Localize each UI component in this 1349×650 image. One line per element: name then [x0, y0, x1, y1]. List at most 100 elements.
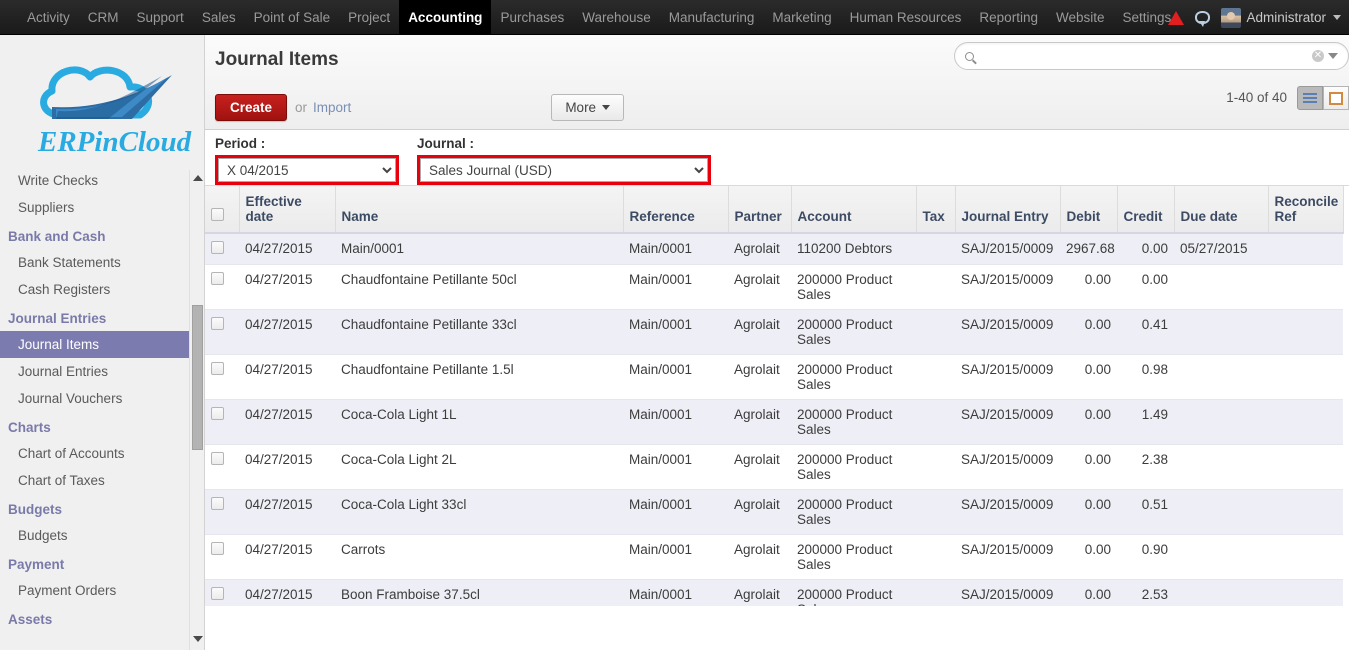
row-checkbox[interactable]: [211, 407, 224, 420]
column-header-effective-date[interactable]: Effective date: [239, 186, 336, 234]
table-row[interactable]: 04/27/2015 Coca-Cola Light 1L Main/0001 Agr…: [205, 399, 1343, 445]
column-header-name[interactable]: Name: [335, 186, 624, 234]
column-header-reconcile-ref[interactable]: Reconcile Ref: [1268, 186, 1344, 234]
nav-item-accounting[interactable]: Accounting: [399, 0, 492, 34]
sidebar-item-chart-of-taxes[interactable]: Chart of Taxes: [0, 467, 204, 494]
search-area: ✕: [954, 42, 1349, 70]
cell-credit: 0.90: [1117, 534, 1174, 580]
sidebar-item-suppliers[interactable]: Suppliers: [0, 194, 204, 221]
row-checkbox[interactable]: [211, 272, 224, 285]
import-link[interactable]: Import: [313, 100, 351, 115]
journal-items-table: Effective date Name Reference Partner Accoun…: [205, 186, 1344, 606]
cell-name: Chaudfontaine Petillante 33cl: [335, 309, 623, 355]
cell-tax: [916, 233, 955, 265]
chevron-down-icon[interactable]: [1328, 53, 1338, 59]
sidebar-item-journal-entries[interactable]: Journal Entries: [0, 358, 204, 385]
user-menu[interactable]: Administrator: [1221, 7, 1341, 28]
pager: 1-40 of 40: [1226, 90, 1287, 105]
row-checkbox[interactable]: [211, 317, 224, 330]
sidebar-item-write-checks[interactable]: Write Checks: [0, 167, 204, 194]
journal-select[interactable]: Sales Journal (USD): [420, 158, 708, 182]
clear-icon[interactable]: ✕: [1312, 50, 1324, 62]
nav-item-purchases[interactable]: Purchases: [491, 0, 573, 34]
cell-account: 200000 Product Sales: [791, 489, 916, 535]
search-input[interactable]: [980, 48, 1312, 64]
cell-reference: Main/0001: [623, 579, 728, 606]
scrollbar-thumb[interactable]: [192, 305, 203, 450]
column-header-partner[interactable]: Partner: [728, 186, 792, 234]
scroll-up-icon[interactable]: [193, 175, 203, 181]
more-button[interactable]: More: [551, 94, 625, 121]
column-header-tax[interactable]: Tax: [916, 186, 956, 234]
sidebar-section-payment: Payment: [8, 557, 65, 572]
nav-item-human-resources[interactable]: Human Resources: [841, 0, 971, 34]
journal-filter-label: Journal :: [417, 136, 475, 151]
chevron-down-icon: [602, 105, 611, 110]
list-view-icon: [1303, 91, 1317, 105]
cell-partner: Agrolait: [728, 579, 791, 606]
column-header-credit[interactable]: Credit: [1117, 186, 1175, 234]
nav-item-manufacturing[interactable]: Manufacturing: [660, 0, 764, 34]
nav-item-project[interactable]: Project: [339, 0, 399, 34]
table-header-row: Effective date Name Reference Partner Accoun…: [205, 186, 1344, 234]
nav-item-website[interactable]: Website: [1047, 0, 1114, 34]
row-select-cell: [205, 354, 239, 400]
row-checkbox[interactable]: [211, 497, 224, 510]
cell-partner: Agrolait: [728, 264, 791, 310]
nav-item-crm[interactable]: CRM: [79, 0, 128, 34]
cell-tax: [916, 489, 955, 535]
column-header-reference[interactable]: Reference: [623, 186, 729, 234]
search-bar[interactable]: ✕: [954, 42, 1349, 70]
table-row[interactable]: 04/27/2015 Coca-Cola Light 33cl Main/0001 A…: [205, 489, 1343, 535]
cell-entry: SAJ/2015/0009: [955, 354, 1060, 400]
sidebar-item-journal-items[interactable]: Journal Items: [0, 331, 204, 358]
column-header-due-date[interactable]: Due date: [1174, 186, 1269, 234]
sidebar-item-journal-vouchers[interactable]: Journal Vouchers: [0, 385, 204, 412]
sidebar-item-payment-orders[interactable]: Payment Orders: [0, 577, 204, 604]
row-checkbox[interactable]: [211, 362, 224, 375]
warning-triangle-icon[interactable]: [1168, 10, 1185, 25]
row-checkbox[interactable]: [211, 452, 224, 465]
table-row[interactable]: 04/27/2015 Chaudfontaine Petillante 1.5l M…: [205, 354, 1343, 400]
nav-item-warehouse[interactable]: Warehouse: [573, 0, 660, 34]
sidebar-item-chart-of-accounts[interactable]: Chart of Accounts: [0, 440, 204, 467]
form-view-button[interactable]: [1323, 86, 1349, 110]
chevron-down-icon: [1333, 15, 1341, 20]
journal-items-table-wrap: Effective date Name Reference Partner Accoun…: [205, 186, 1349, 606]
cell-reference: Main/0001: [623, 489, 728, 535]
table-row[interactable]: 04/27/2015 Boon Framboise 37.5cl Main/0001…: [205, 579, 1343, 606]
cell-account: 110200 Debtors: [791, 233, 916, 265]
chat-bubble-icon[interactable]: [1195, 11, 1211, 27]
cell-entry: SAJ/2015/0009: [955, 309, 1060, 355]
nav-item-point-of-sale[interactable]: Point of Sale: [245, 0, 340, 34]
row-checkbox[interactable]: [211, 587, 224, 600]
nav-item-reporting[interactable]: Reporting: [970, 0, 1047, 34]
sidebar-item-budgets[interactable]: Budgets: [0, 522, 204, 549]
sidebar-scrollbar[interactable]: [189, 170, 204, 650]
sidebar-item-bank-statements[interactable]: Bank Statements: [0, 249, 204, 276]
column-header-debit[interactable]: Debit: [1060, 186, 1118, 234]
sidebar-item-cash-registers[interactable]: Cash Registers: [0, 276, 204, 303]
app-logo[interactable]: ERPinCloud: [0, 35, 204, 167]
select-all-checkbox[interactable]: [211, 208, 224, 221]
list-view-button[interactable]: [1297, 86, 1323, 110]
filter-bar: Period : X 04/2015 Journal : Sales Journ…: [205, 130, 1349, 186]
nav-item-marketing[interactable]: Marketing: [763, 0, 840, 34]
table-row[interactable]: 04/27/2015 Coca-Cola Light 2L Main/0001 Agr…: [205, 444, 1343, 490]
column-header-journal-entry[interactable]: Journal Entry: [955, 186, 1061, 234]
cell-due: [1174, 309, 1268, 355]
create-button[interactable]: Create: [215, 94, 288, 121]
table-row[interactable]: 04/27/2015 Chaudfontaine Petillante 33cl M…: [205, 309, 1343, 355]
period-select[interactable]: X 04/2015: [218, 158, 396, 182]
table-row[interactable]: 04/27/2015 Main/0001 Main/0001 Agrolait 1102…: [205, 233, 1343, 265]
row-select-cell: [205, 489, 239, 535]
nav-item-support[interactable]: Support: [128, 0, 193, 34]
table-row[interactable]: 04/27/2015 Chaudfontaine Petillante 50cl M…: [205, 264, 1343, 310]
row-checkbox[interactable]: [211, 542, 224, 555]
scroll-down-icon[interactable]: [193, 636, 203, 642]
nav-item-activity[interactable]: Activity: [18, 0, 79, 34]
table-row[interactable]: 04/27/2015 Carrots Main/0001 Agrolait 200000…: [205, 534, 1343, 580]
row-checkbox[interactable]: [211, 241, 224, 254]
nav-item-sales[interactable]: Sales: [193, 0, 245, 34]
column-header-account[interactable]: Account: [791, 186, 917, 234]
